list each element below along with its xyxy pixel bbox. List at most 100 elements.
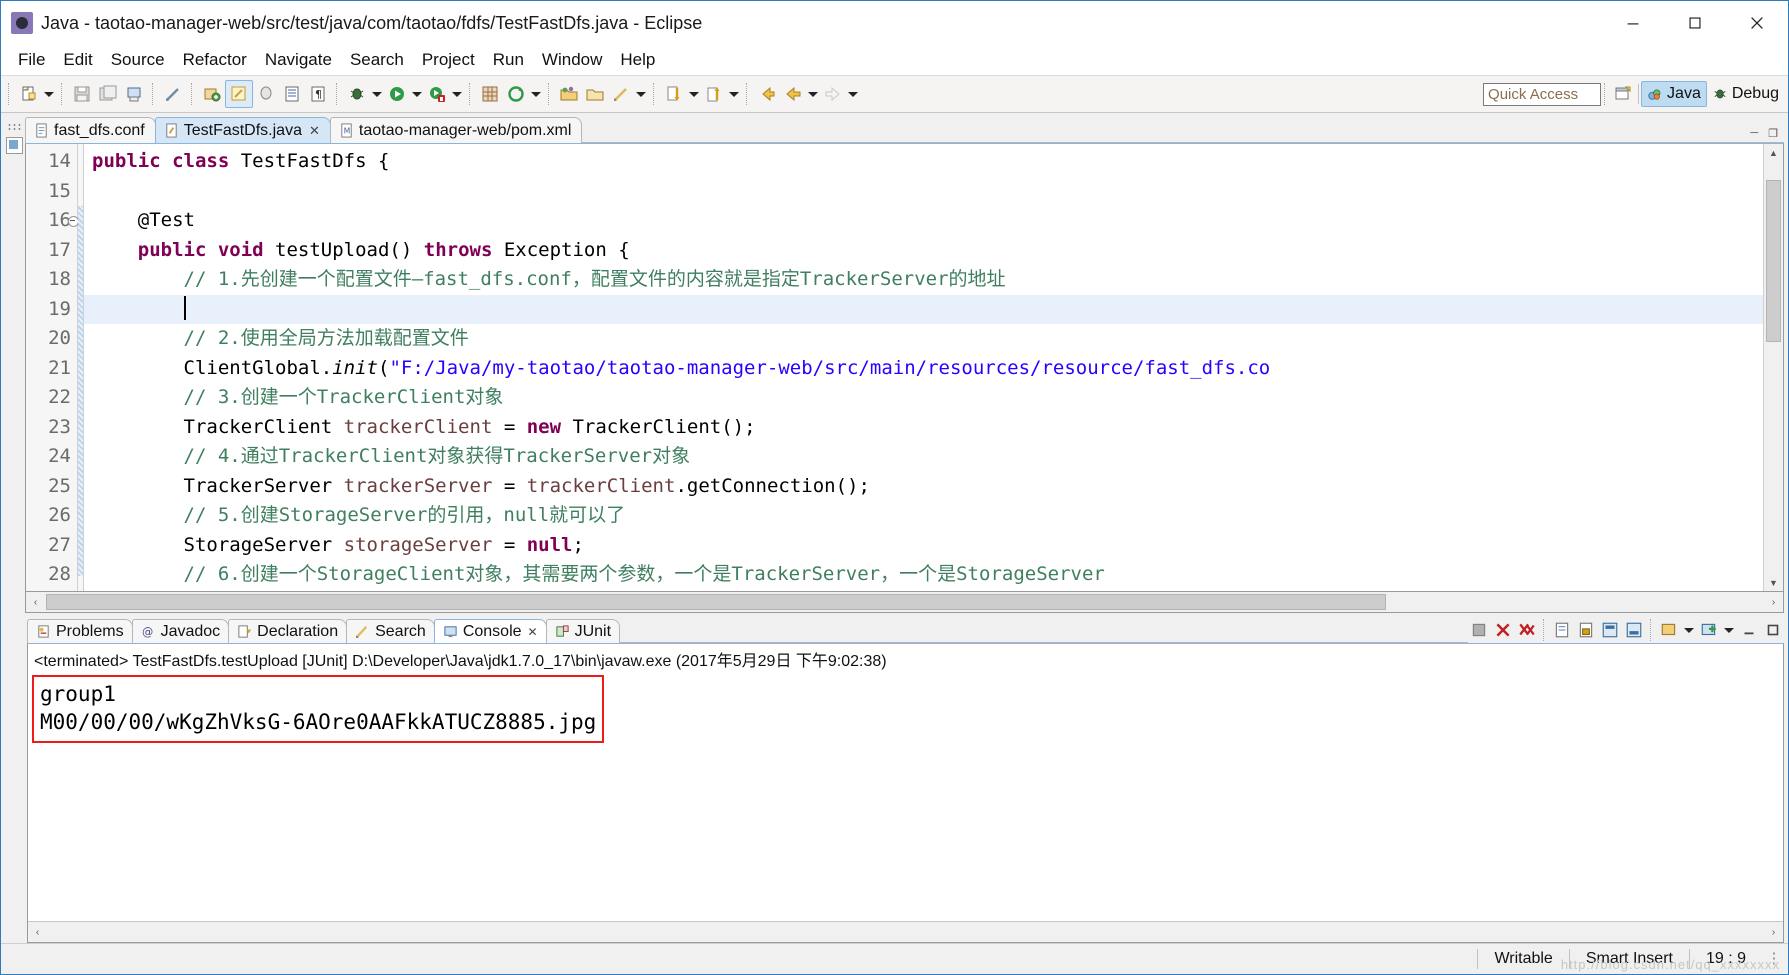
code-line[interactable]: // 5.创建StorageServer的引用，null就可以了 [84,501,1763,531]
coverage-dropdown-icon[interactable] [529,81,543,107]
back-arrow-icon[interactable] [780,81,806,107]
menu-source[interactable]: Source [102,48,174,72]
display-console-icon[interactable] [1623,619,1645,641]
minimize-button[interactable] [1602,1,1664,45]
new-file-icon[interactable] [16,81,42,107]
code-line[interactable]: public void testUpload() throws Exceptio… [84,236,1763,266]
code-line-current[interactable] [84,294,1763,324]
prev-annotation-dropdown-icon[interactable] [727,81,741,107]
code-line[interactable]: @Test [84,206,1763,236]
editor-maximize-icon[interactable]: ❐ [1768,127,1778,140]
editor-tab-fast-dfs-conf[interactable]: fast_dfs.conf [25,117,156,143]
maximize-view-icon[interactable] [1762,619,1784,641]
code-line[interactable]: StorageServer storageServer = null; [84,531,1763,561]
scroll-up-icon[interactable]: ▲ [1765,144,1782,161]
code-line[interactable]: TrackerClient trackerClient = new Tracke… [84,413,1763,443]
open-console-icon[interactable] [1658,619,1680,641]
java-class-icon[interactable] [225,80,253,108]
code-line[interactable]: // 2.使用全局方法加载配置文件 [84,324,1763,354]
save-icon[interactable] [69,81,95,107]
open-perspective-icon[interactable] [1610,81,1636,107]
next-annotation-dropdown-icon[interactable] [687,81,701,107]
scroll-right-icon[interactable]: › [1764,593,1783,611]
run-green-icon[interactable] [384,81,410,107]
code-line[interactable] [84,177,1763,207]
external-tools-icon[interactable] [424,81,450,107]
menu-file[interactable]: File [9,48,54,72]
vertical-scroll-thumb[interactable] [1766,180,1781,342]
debug-dropdown-icon[interactable] [370,81,384,107]
perspective-debug-button[interactable]: Debug [1707,81,1784,107]
view-menu-icon[interactable] [1722,617,1736,643]
print-icon[interactable] [121,81,147,107]
terminate-gray-icon[interactable] [1468,619,1490,641]
close-button[interactable] [1726,1,1788,45]
code-line[interactable]: // 6.创建一个StorageClient对象，其需要两个参数，一个是Trac… [84,560,1763,590]
save-all-icon[interactable] [95,81,121,107]
clear-console-icon[interactable] [1551,619,1573,641]
view-tab-declaration[interactable]: Declaration [228,619,348,643]
open-type-icon[interactable] [279,81,305,107]
minimize-view-icon[interactable] [1738,619,1760,641]
menu-run[interactable]: Run [484,48,533,72]
external-tools-dropdown-icon[interactable] [450,81,464,107]
console-scroll-left-icon[interactable]: ‹ [28,923,47,941]
editor-tab-testfastdfs-java[interactable]: TestFastDfs.java ✕ [154,117,331,143]
console-scroll-right-icon[interactable]: › [1764,923,1783,941]
debug-bug-icon[interactable] [344,81,370,107]
menu-project[interactable]: Project [413,48,484,72]
view-tab-console[interactable]: Console ✕ [433,619,547,643]
annotation-icon[interactable] [253,81,279,107]
restore-package-explorer-icon[interactable] [5,137,23,154]
scroll-left-icon[interactable]: ‹ [26,593,45,611]
editor-tab-close-icon[interactable]: ✕ [309,123,320,139]
console-output[interactable]: group1 M00/00/00/wKgZhVksG-6AOre0AAFkkAT… [28,673,1783,921]
editor-vertical-scrollbar[interactable]: ▲ ▼ [1763,144,1783,591]
view-tab-close-icon[interactable]: ✕ [528,625,538,639]
console-horizontal-scrollbar[interactable]: ‹ › [28,921,1783,942]
scroll-lock-icon[interactable] [1575,619,1597,641]
new-file-dropdown-icon[interactable] [42,81,56,107]
menu-window[interactable]: Window [533,48,611,72]
view-tab-javadoc[interactable]: @ Javadoc [131,619,230,643]
view-tab-junit[interactable]: JUnit [545,619,621,643]
run-dropdown-icon[interactable] [410,81,424,107]
grid-icon[interactable] [477,81,503,107]
open-console-dropdown-icon[interactable] [1682,617,1696,643]
back-dropdown-icon[interactable] [806,81,820,107]
forward-arrow-icon[interactable] [820,81,846,107]
package-icon[interactable] [199,81,225,107]
code-line[interactable]: StorageClient storageClient = new Storag… [84,590,1763,592]
code-line[interactable]: // 1.先创建一个配置文件—fast_dfs.conf，配置文件的内容就是指定… [84,265,1763,295]
editor-tab-pom-xml[interactable]: M taotao-manager-web/pom.xml [329,117,583,143]
view-tab-search[interactable]: Search [346,619,435,643]
pencil-icon[interactable] [160,81,186,107]
remove-all-icon[interactable] [1516,619,1538,641]
prev-annotation-icon[interactable] [701,81,727,107]
remove-red-x-icon[interactable] [1492,619,1514,641]
search-pen-icon[interactable] [608,81,634,107]
menu-edit[interactable]: Edit [54,48,101,72]
coverage-icon[interactable] [503,81,529,107]
code-line[interactable]: // 4.通过TrackerClient对象获得TrackerServer对象 [84,442,1763,472]
perspective-java-button[interactable]: Java [1641,81,1707,107]
forward-dropdown-icon[interactable] [846,81,860,107]
next-annotation-icon[interactable] [661,81,687,107]
menu-refactor[interactable]: Refactor [174,48,256,72]
code-line[interactable]: ClientGlobal.init("F:/Java/my-taotao/tao… [84,354,1763,384]
folder-open-icon[interactable] [556,81,582,107]
pin-console-icon[interactable] [1599,619,1621,641]
menu-search[interactable]: Search [341,48,413,72]
scroll-down-icon[interactable]: ▼ [1765,574,1782,591]
new-console-view-icon[interactable] [1698,619,1720,641]
quick-access-input[interactable]: Quick Access [1483,82,1602,106]
open-task-icon[interactable]: ¶ [305,81,331,107]
horizontal-scroll-thumb[interactable] [46,594,1386,610]
code-text[interactable]: public class TestFastDfs { @Test public … [84,144,1763,591]
view-tab-problems[interactable]: Problems [27,619,133,643]
code-line[interactable]: public class TestFastDfs { [84,147,1763,177]
editor-horizontal-scrollbar[interactable]: ‹ › [25,592,1784,613]
editor-minimize-icon[interactable]: ─ [1750,127,1758,140]
menu-help[interactable]: Help [611,48,664,72]
code-line[interactable]: TrackerServer trackerServer = trackerCli… [84,472,1763,502]
